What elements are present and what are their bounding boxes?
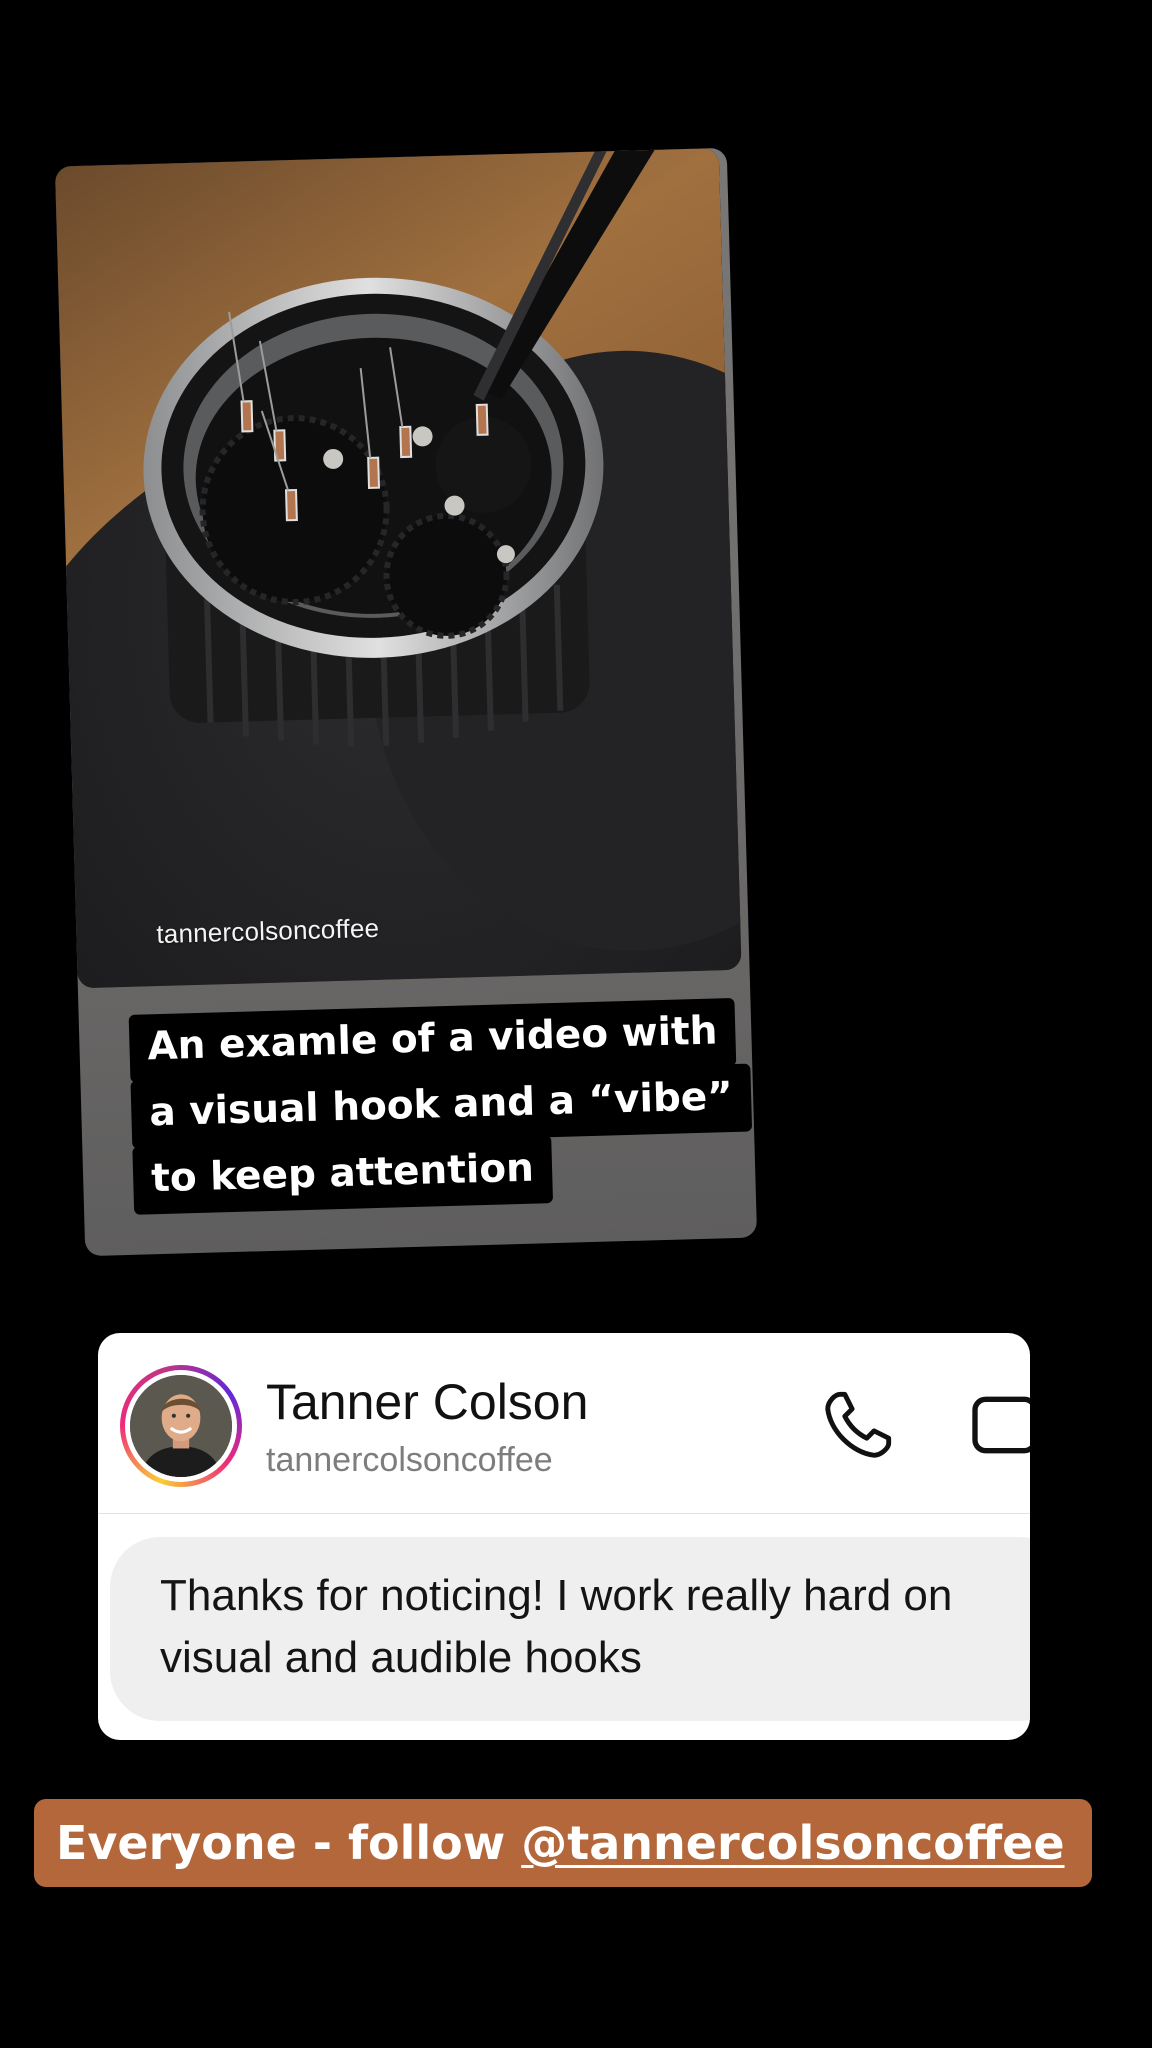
video-call-icon[interactable] (970, 1395, 1030, 1455)
avatar-story-ring[interactable] (120, 1365, 242, 1487)
mention-link[interactable]: @tannercolsoncoffee (521, 1816, 1064, 1870)
follow-text: Everyone - follow @tannercolsoncoffee (56, 1816, 1065, 1870)
message-bubble: Thanks for noticing! I work really hard … (110, 1537, 1030, 1721)
follow-prefix: Everyone - follow (56, 1816, 522, 1870)
grinder-photo (54, 148, 742, 989)
video-thumbnail[interactable]: tannercolsoncoffee (54, 148, 742, 989)
caption: An examle of a video with a visual hook … (128, 997, 752, 1215)
dm-card: Tanner Colson tannercolsoncoffee Thanks … (98, 1333, 1030, 1740)
follow-banner: Everyone - follow @tannercolsoncoffee (34, 1799, 1092, 1887)
video-username: tannercolsoncoffee (155, 912, 380, 950)
avatar (130, 1375, 232, 1477)
dm-header: Tanner Colson tannercolsoncoffee (98, 1333, 1030, 1514)
repost-card[interactable]: tannercolsoncoffee An examle of a video … (54, 147, 758, 1257)
dm-contact-name[interactable]: Tanner Colson (266, 1373, 588, 1431)
avatar-photo (130, 1375, 232, 1477)
caption-line: to keep attention (132, 1135, 553, 1215)
message-text: Thanks for noticing! I work really hard … (160, 1571, 953, 1682)
phone-icon[interactable] (818, 1387, 896, 1465)
dm-contact-handle: tannercolsoncoffee (266, 1441, 553, 1479)
